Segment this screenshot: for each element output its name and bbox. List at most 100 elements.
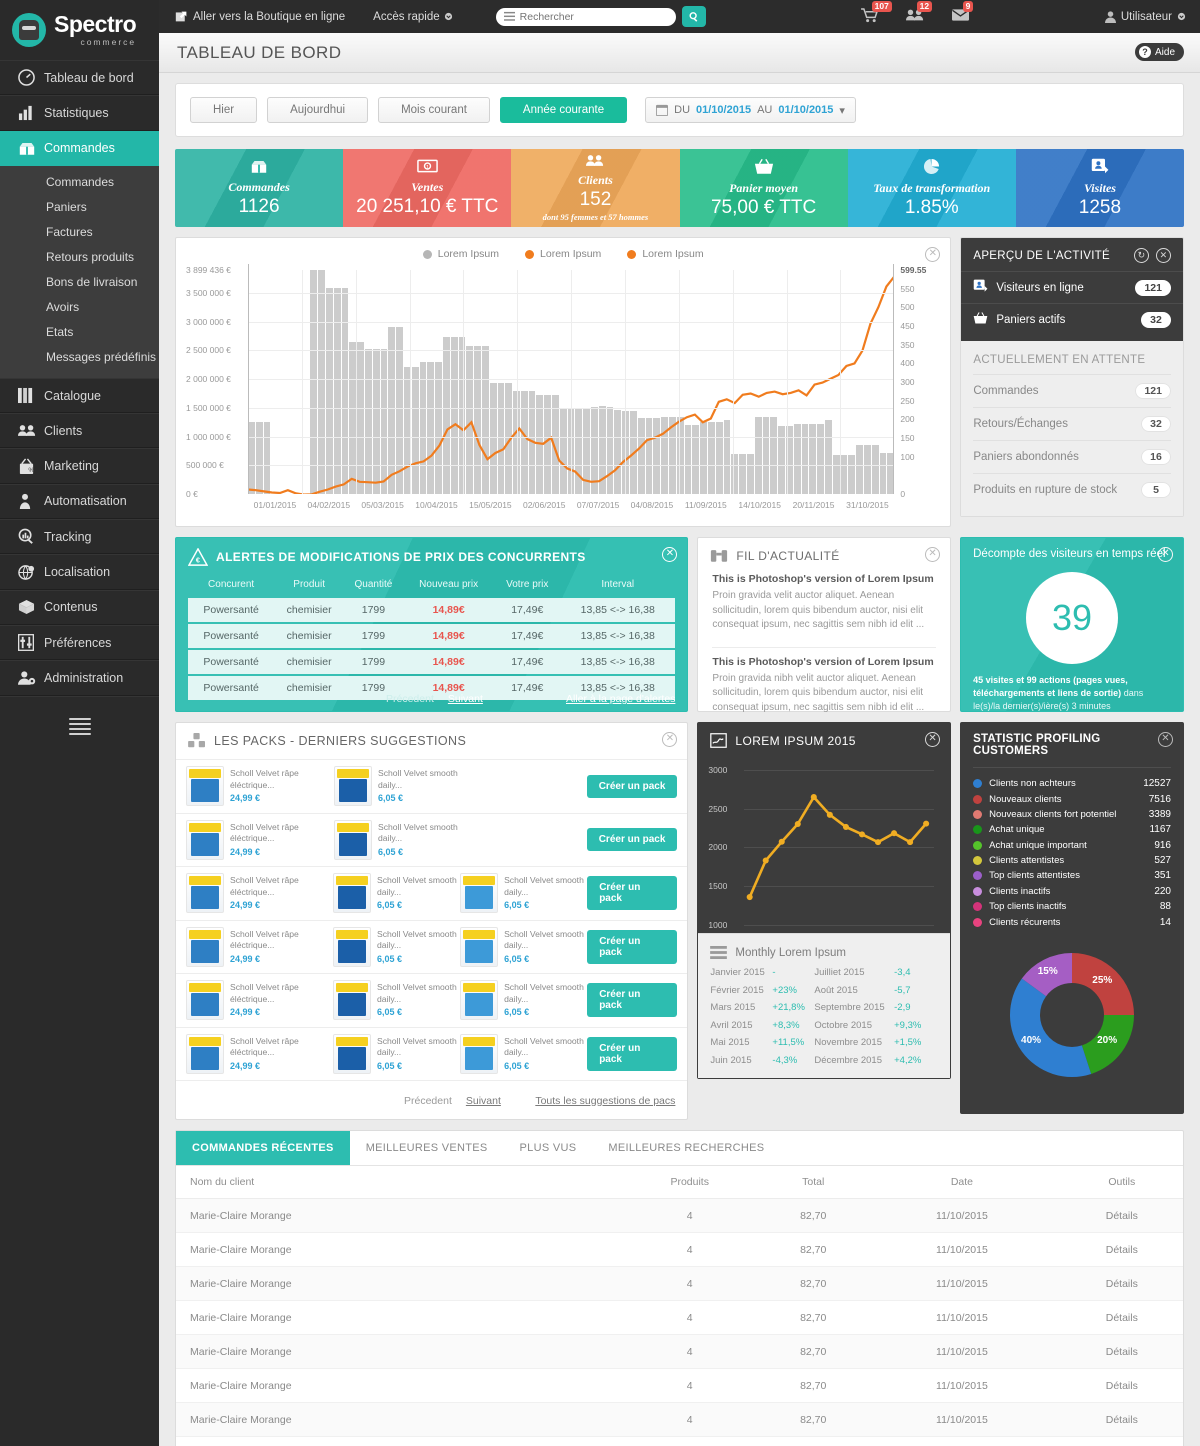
news-item[interactable]: This is Photoshop's version of Lorem Ips… [698, 656, 950, 724]
create-pack-button[interactable]: Créer un pack [587, 929, 678, 964]
close-icon[interactable]: ✕ [1156, 248, 1171, 263]
all-pack-suggestions-link[interactable]: Touts les suggestions de pacs [535, 1095, 675, 1107]
create-pack-button[interactable]: Créer un pack [587, 876, 678, 911]
kpi-visites[interactable]: Visites 1258 [1015, 149, 1184, 227]
create-pack-button[interactable]: Créer un pack [587, 983, 678, 1018]
sidebar-item-administration[interactable]: Administration [0, 660, 159, 696]
sidebar-subitem-etats[interactable]: Etats [0, 320, 159, 345]
kpi-ventes[interactable]: 1 Ventes 20 251,10 € TTC [343, 149, 512, 227]
user-menu[interactable]: Utilisateur [1104, 11, 1186, 23]
profiling-legend-row[interactable]: Top clients attentistes 351 [961, 868, 1183, 883]
prev-link[interactable]: Précedent [386, 693, 434, 705]
profiling-legend-row[interactable]: Clients inactifs 220 [961, 884, 1183, 899]
pack-product[interactable]: Scholl Velvet smooth daily... 6,05 € [332, 873, 460, 914]
goto-alerts-link[interactable]: Aller à la page d'alertes [566, 693, 675, 705]
table-row[interactable]: Marie-Claire Morange482,7011/10/2015Déta… [176, 1334, 1183, 1369]
date-range-picker[interactable]: DU 01/10/2015 AU 01/10/2015 ▾ [645, 97, 856, 123]
kpi-clients[interactable]: Clients 152 dont 95 femmes et 57 hommes [511, 149, 680, 227]
brand-logo[interactable]: Spectro commerce [0, 0, 159, 60]
pack-product[interactable]: Scholl Velvet râpe éléctrique... 24,99 € [186, 766, 334, 807]
waiting-row[interactable]: Retours/Échanges 32 [973, 407, 1171, 440]
create-pack-button[interactable]: Créer un pack [586, 828, 678, 852]
pack-product[interactable]: Scholl Velvet smooth daily... 6,05 € [460, 926, 587, 967]
legend-item[interactable]: Lorem Ipsum [627, 248, 704, 260]
kpi-commandes[interactable]: Commandes 1126 [175, 149, 344, 227]
next-link[interactable]: Suivant [448, 693, 483, 705]
prev-link[interactable]: Précedent [404, 1095, 452, 1107]
table-row[interactable]: Marie-Claire Morange482,7011/10/2015Déta… [176, 1436, 1183, 1446]
create-pack-button[interactable]: Créer un pack [587, 1036, 678, 1071]
pack-product[interactable]: Scholl Velvet râpe éléctrique... 24,99 € [186, 873, 333, 914]
profiling-legend-row[interactable]: Clients récurents 14 [961, 914, 1183, 929]
profiling-legend-row[interactable]: Top clients inactifs 88 [961, 899, 1183, 914]
sidebar-item-automatisation[interactable]: Automatisation [0, 483, 159, 520]
pack-product[interactable]: Scholl Velvet smooth daily... 6,05 € [460, 873, 587, 914]
table-row[interactable]: Marie-Claire Morange482,7011/10/2015Déta… [176, 1198, 1183, 1233]
sidebar-item-clients[interactable]: Clients [0, 413, 159, 449]
waiting-row[interactable]: Paniers abondonnés 16 [973, 440, 1171, 473]
pack-product[interactable]: Scholl Velvet smooth daily... 6,05 € [334, 766, 462, 807]
pack-product[interactable]: Scholl Velvet râpe éléctrique... 24,99 € [186, 926, 333, 967]
create-pack-button[interactable]: Créer un pack [586, 774, 678, 798]
profiling-legend-row[interactable]: Clients attentistes 527 [961, 853, 1183, 868]
sidebar-subitem-bons-de-livraison[interactable]: Bons de livraison [0, 270, 159, 295]
next-link[interactable]: Suivant [466, 1095, 501, 1107]
table-row[interactable]: Powersanté chemisier 1799 14,89€ 17,49€ 13,85… [188, 624, 676, 648]
sidebar-subitem-avoirs[interactable]: Avoirs [0, 295, 159, 320]
profiling-legend-row[interactable]: Nouveaux clients fort potentiel 3389 [961, 807, 1183, 822]
sidebar-item-commandes[interactable]: Commandes [0, 130, 159, 166]
pack-product[interactable]: Scholl Velvet râpe éléctrique... 24,99 € [186, 980, 333, 1021]
sidebar-item-pr-f-rences[interactable]: Préférences [0, 624, 159, 661]
pack-product[interactable]: Scholl Velvet smooth daily... 6,05 € [332, 926, 460, 967]
table-row[interactable]: Powersanté chemisier 1799 14,89€ 17,49€ 13,85… [188, 598, 676, 622]
pack-product[interactable]: Scholl Velvet smooth daily... 6,05 € [460, 1033, 587, 1074]
quick-access-menu[interactable]: Accès rapide [373, 11, 452, 23]
search-button[interactable] [681, 6, 706, 27]
kpi-taux-de-transformation[interactable]: Taux de transformation 1.85% [847, 149, 1016, 227]
tab-commandes-r-centes[interactable]: COMMANDES RÉCENTES [176, 1131, 350, 1165]
sidebar-subitem-messages-pr-d-finis[interactable]: Messages prédéfinis [0, 345, 159, 370]
details-link[interactable]: Détails [1060, 1300, 1183, 1335]
details-link[interactable]: Détails [1060, 1266, 1183, 1301]
pack-product[interactable]: Scholl Velvet râpe éléctrique... 24,99 € [186, 1033, 333, 1074]
profiling-legend-row[interactable]: Achat unique important 916 [961, 838, 1183, 853]
waiting-row[interactable]: Produits en rupture de stock 5 [973, 473, 1171, 506]
cart-notifications-button[interactable]: 107 [860, 0, 892, 26]
profiling-legend-row[interactable]: Nouveaux clients 7516 [961, 791, 1183, 806]
profiling-legend-row[interactable]: Clients non achteurs 12527 [961, 776, 1183, 791]
table-row[interactable]: Marie-Claire Morange482,7011/10/2015Déta… [176, 1266, 1183, 1301]
details-link[interactable]: Détails [1060, 1232, 1183, 1267]
news-item[interactable]: This is Photoshop's version of Lorem Ips… [698, 573, 950, 641]
date-preset-aujourdhui[interactable]: Aujourdhui [267, 97, 369, 123]
table-row[interactable]: Powersanté chemisier 1799 14,89€ 17,49€ 13,85… [188, 650, 676, 674]
pack-product[interactable]: Scholl Velvet râpe éléctrique... 24,99 € [186, 819, 334, 860]
search-input[interactable] [519, 10, 660, 23]
refresh-icon[interactable]: ↻ [1134, 248, 1149, 263]
table-row[interactable]: Marie-Claire Morange482,7011/10/2015Déta… [176, 1232, 1183, 1267]
messages-notifications-button[interactable]: 9 [951, 1, 974, 25]
table-row[interactable]: Marie-Claire Morange482,7011/10/2015Déta… [176, 1300, 1183, 1335]
profiling-legend-row[interactable]: Achat unique 1167 [961, 822, 1183, 837]
sidebar-item-catalogue[interactable]: Catalogue [0, 377, 159, 414]
search-box[interactable] [495, 7, 676, 26]
date-preset-hier[interactable]: Hier [190, 97, 258, 123]
date-preset-ann-e-courante[interactable]: Année courante [499, 97, 628, 123]
sidebar-collapse-button[interactable] [0, 695, 159, 756]
sidebar-subitem-retours-produits[interactable]: Retours produits [0, 245, 159, 270]
goto-shop-link[interactable]: Aller vers la Boutique en ligne [175, 10, 345, 23]
pack-product[interactable]: Scholl Velvet smooth daily... 6,05 € [460, 980, 587, 1021]
sidebar-subitem-paniers[interactable]: Paniers [0, 195, 159, 220]
pack-product[interactable]: Scholl Velvet smooth daily... 6,05 € [332, 1033, 460, 1074]
close-icon[interactable]: ✕ [1158, 732, 1173, 747]
details-link[interactable]: Détails [1060, 1368, 1183, 1403]
pack-product[interactable]: Scholl Velvet smooth daily... 6,05 € [334, 819, 462, 860]
kpi-panier-moyen[interactable]: Panier moyen 75,00 € TTC [679, 149, 848, 227]
details-link[interactable]: Détails [1060, 1402, 1183, 1437]
sidebar-item-tableau-de-bord[interactable]: Tableau de bord [0, 60, 159, 96]
sidebar-item-tracking[interactable]: Tracking [0, 519, 159, 555]
waiting-row[interactable]: Commandes 121 [973, 374, 1171, 407]
details-link[interactable]: Détails [1060, 1198, 1183, 1233]
legend-item[interactable]: Lorem Ipsum [525, 248, 601, 260]
sidebar-subitem-commandes[interactable]: Commandes [0, 170, 159, 195]
sidebar-subitem-factures[interactable]: Factures [0, 220, 159, 245]
